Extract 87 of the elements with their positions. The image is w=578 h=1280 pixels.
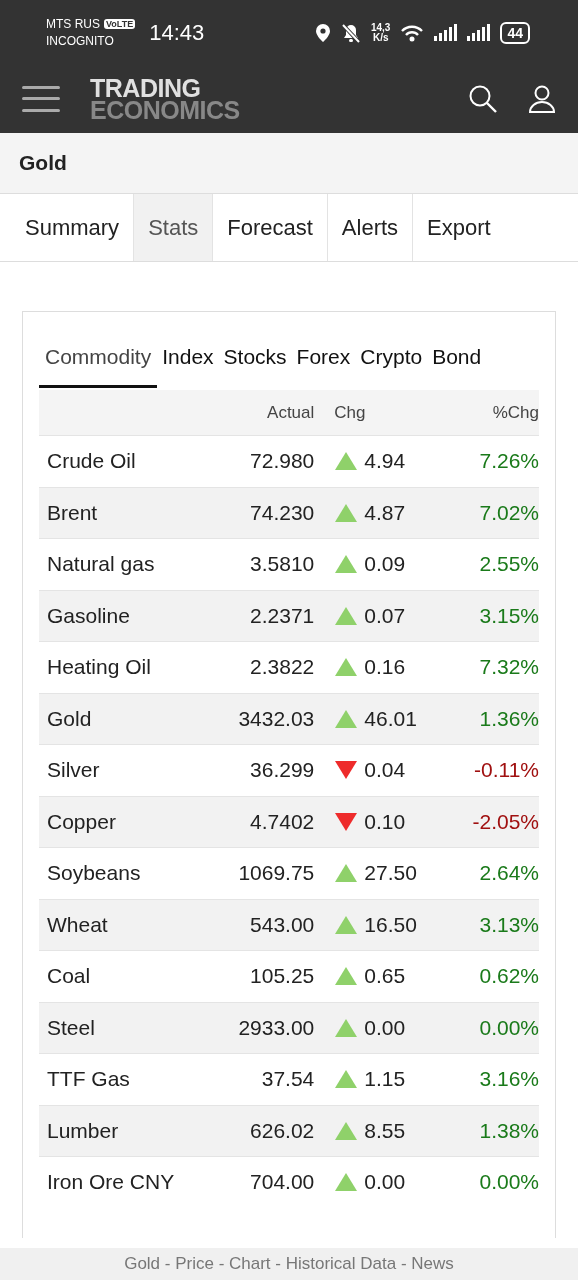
table-cell: 0.00 (364, 1170, 406, 1195)
tab[interactable]: Forex (291, 328, 356, 388)
carrier-name: MTS RUS (46, 17, 100, 31)
page-title: Gold (19, 151, 67, 175)
table-cell-text: Soybeans (46, 861, 142, 886)
logo-text: ECONOMICS (90, 99, 240, 121)
table-cell: 1.15 (364, 1067, 406, 1092)
table-cell-text: 2.2371 (249, 603, 315, 628)
speed-unit: K/s (372, 32, 389, 43)
tab[interactable]: Crypto (355, 328, 428, 388)
table-cell-text: Copper (46, 809, 117, 834)
table-cell: 0.09 (364, 552, 406, 577)
table-cell-text: -0.11% (473, 758, 539, 783)
table-cell: 0.00 (364, 1015, 406, 1040)
table-cell-text: 74.230 (249, 500, 315, 525)
signal-icon (467, 24, 491, 41)
table-cell: 0.10 (364, 809, 406, 834)
table-cell-text: 2933.00 (237, 1015, 315, 1040)
table-cell: 4.94 (364, 449, 406, 474)
table-cell-text: Natural gas (46, 552, 156, 577)
table-cell: 0.65 (364, 964, 406, 989)
table-cell-text: 704.00 (249, 1170, 315, 1195)
table-cell-text: 3.16% (478, 1067, 539, 1092)
signal-icon (434, 24, 458, 41)
table-cell-text: TTF Gas (46, 1067, 131, 1092)
table-cell-text: 2.64% (478, 861, 539, 886)
speed-value: 14,3 (370, 22, 391, 33)
mode-label: INCOGNITO (46, 34, 115, 48)
table-cell-text: Lumber (46, 1118, 120, 1143)
table-cell-text: 626.02 (249, 1118, 315, 1143)
table-cell-text: 1.38% (478, 1118, 539, 1143)
table-cell-text: 3.13% (478, 912, 539, 937)
table-cell: 46.01 (364, 706, 417, 731)
user-icon (528, 84, 556, 114)
table-cell-text: Silver (46, 758, 101, 783)
table-cell: 27.50 (364, 861, 417, 886)
table-cell-text: 0.62% (478, 964, 539, 989)
table-cell-text: Crude Oil (46, 449, 137, 474)
table-cell-text: 72.980 (249, 449, 315, 474)
table-cell-text: 543.00 (249, 912, 315, 937)
table-cell-text: 0.00% (478, 1015, 539, 1040)
table-cell: 8.55 (364, 1118, 406, 1143)
table-cell: 0.07 (364, 603, 406, 628)
table-cell-text: 4.7402 (249, 809, 315, 834)
menu-icon (22, 84, 60, 114)
table-cell-text: Steel (46, 1015, 96, 1040)
table-cell: 0.16 (364, 655, 406, 680)
tab[interactable]: Stats (134, 194, 214, 261)
location-icon (314, 22, 331, 43)
table-cell-text: -2.05% (471, 809, 539, 834)
table-cell-text: 2.3822 (249, 655, 315, 680)
clock: 14:43 (149, 19, 205, 46)
table-cell-text: 1069.75 (237, 861, 315, 886)
table-cell-text: 1.36% (478, 706, 539, 731)
table-cell-text: 7.02% (478, 500, 539, 525)
table-cell-text: Coal (46, 964, 92, 989)
column-header: Actual (266, 402, 315, 423)
table-cell-text: Wheat (46, 912, 109, 937)
table-cell-text: Gasoline (46, 603, 131, 628)
bell-off-icon (340, 22, 361, 43)
table-cell-text: 3.15% (478, 603, 539, 628)
battery-level: 44 (507, 24, 523, 41)
table-cell-text: 36.299 (249, 758, 315, 783)
tab[interactable]: Bond (427, 328, 487, 388)
tab[interactable]: Index (157, 328, 219, 388)
table-cell-text: 0.00% (478, 1170, 539, 1195)
logo-text: TRADING (90, 77, 201, 99)
table-cell-text: Gold (46, 706, 93, 731)
table-cell-text: Heating Oil (46, 655, 152, 680)
table-cell-text: 37.54 (260, 1067, 315, 1092)
column-header: %Chg (491, 402, 539, 423)
wifi-icon (400, 23, 425, 42)
table-cell-text: 2.55% (478, 552, 539, 577)
column-header: Chg (333, 402, 367, 423)
table-cell-text: 3.5810 (249, 552, 315, 577)
tab[interactable]: Stocks (218, 328, 292, 388)
table-cell: 4.87 (364, 500, 406, 525)
table-cell-text: 3432.03 (237, 706, 315, 731)
table-cell-text: Iron Ore CNY (46, 1170, 176, 1195)
volte-badge: VoLTE (104, 19, 136, 29)
table-cell-text: 7.26% (478, 449, 539, 474)
table-cell: 0.04 (364, 758, 406, 783)
table-cell-text: 105.25 (249, 964, 315, 989)
table-cell-text: Brent (46, 500, 99, 525)
table-cell-text: 7.32% (478, 655, 539, 680)
table-cell: 16.50 (364, 912, 417, 937)
search-icon (468, 84, 498, 114)
